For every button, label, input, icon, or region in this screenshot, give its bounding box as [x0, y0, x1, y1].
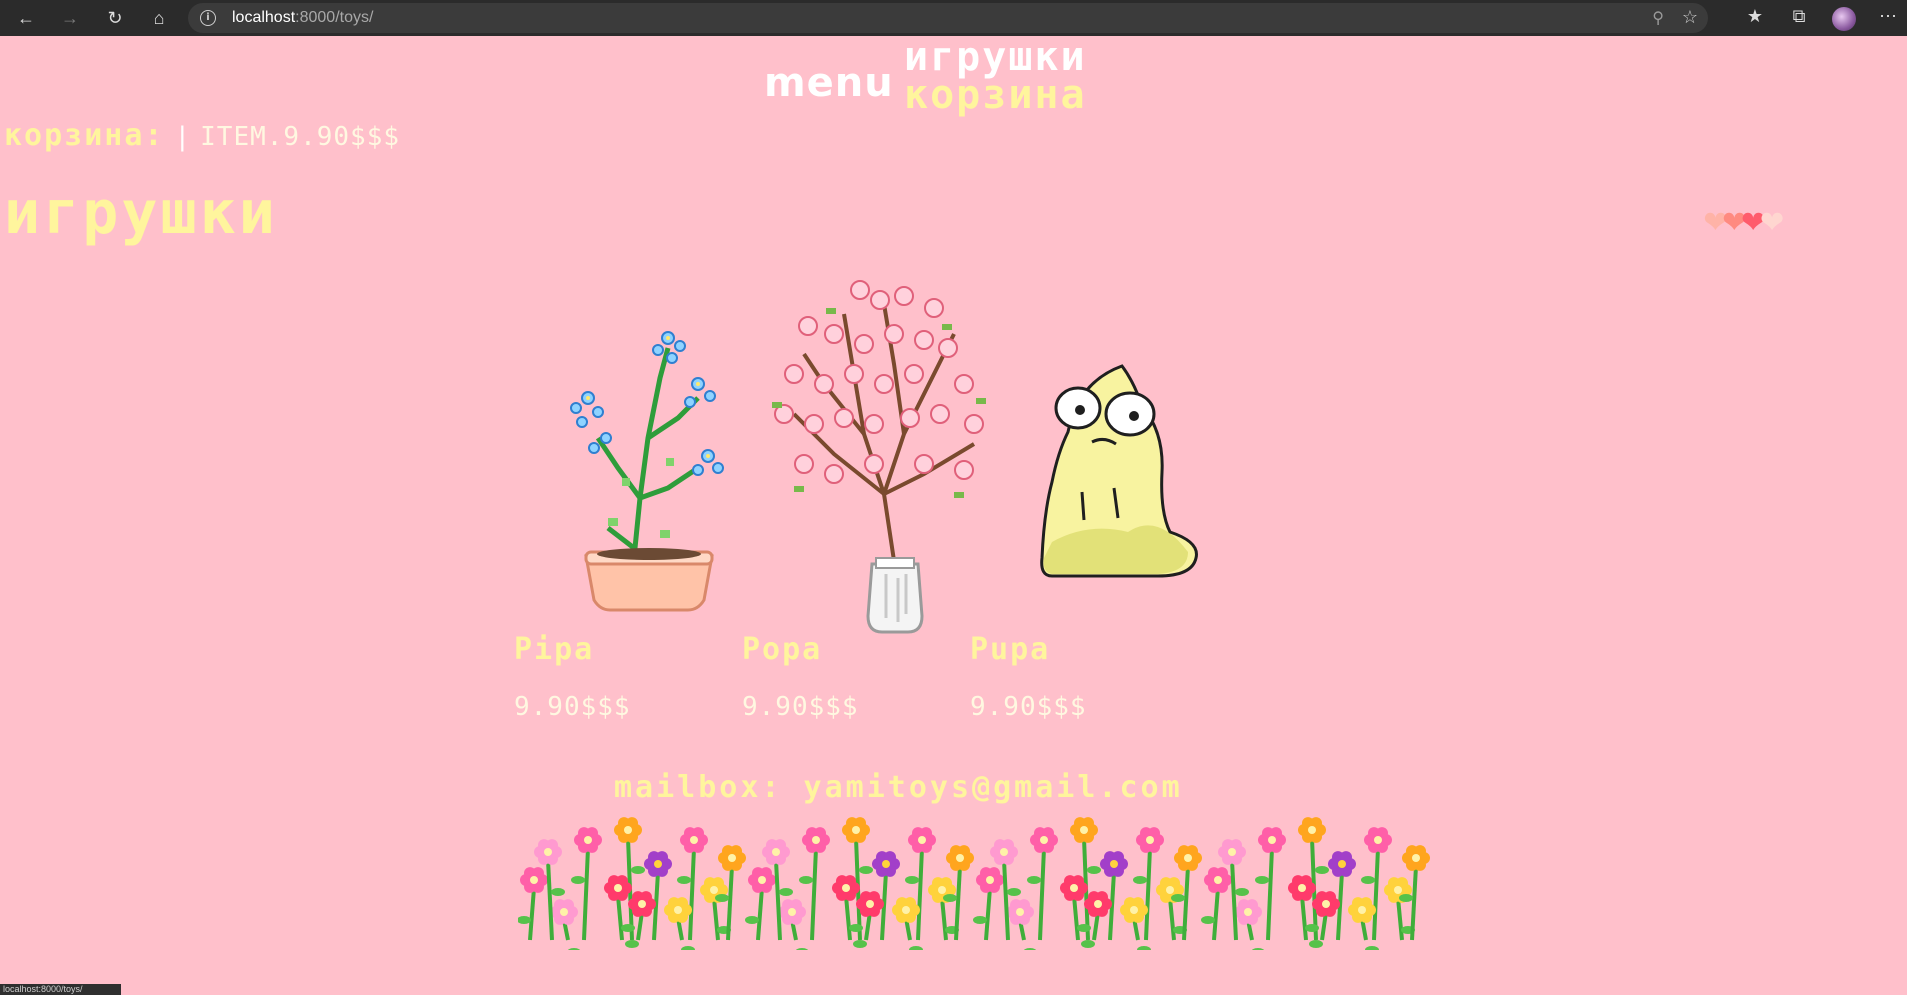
product-name-pipa[interactable]: Pipa [514, 632, 594, 667]
nav-link-cart[interactable]: корзина [904, 75, 1087, 115]
cart-summary: корзина: | ITEM.9.90$$$ [4, 118, 400, 153]
cart-label: корзина: [4, 118, 165, 153]
page-title: игрушки [4, 178, 278, 248]
yellow-creature-image[interactable] [1038, 362, 1202, 580]
forward-arrow-icon[interactable]: → [58, 6, 82, 30]
product-price-popa: 9.90$$$ [742, 692, 859, 722]
nav-link-toys[interactable]: игрушки [904, 37, 1087, 77]
more-icon[interactable]: ⋯ [1876, 6, 1900, 27]
star-add-icon[interactable]: ☆ [1682, 7, 1698, 28]
cart-separator: | [174, 122, 191, 152]
blue-flower-pot-image[interactable] [548, 318, 738, 614]
browser-toolbar: ← → ↻ ⌂ i localhost:8000/toys/ ⚲ ☆ ★ ⧉ ⋯ [0, 0, 1907, 36]
menu-label: menu [764, 60, 894, 106]
product-name-pupa[interactable]: Pupa [970, 632, 1050, 667]
cherry-blossom-vase-image[interactable] [764, 274, 1004, 638]
home-icon[interactable]: ⌂ [147, 6, 171, 30]
back-arrow-icon[interactable]: ← [14, 6, 38, 30]
address-bar[interactable]: i localhost:8000/toys/ ⚲ ☆ [188, 3, 1708, 33]
hearts-decoration: ❤❤❤❤ [1704, 200, 1784, 238]
product-price-pipa: 9.90$$$ [514, 692, 631, 722]
profile-avatar[interactable] [1832, 7, 1856, 31]
favorites-icon[interactable]: ★ [1743, 6, 1767, 27]
product-name-popa[interactable]: Popa [742, 632, 822, 667]
info-icon[interactable]: i [200, 10, 216, 26]
collections-icon[interactable]: ⧉ [1787, 6, 1811, 27]
heart-icon: ❤ [1760, 197, 1784, 241]
url-text[interactable]: localhost:8000/toys/ [232, 9, 373, 27]
zoom-icon[interactable]: ⚲ [1652, 8, 1664, 28]
cart-item[interactable]: ITEM.9.90$$$ [200, 122, 400, 152]
nav-links: игрушки корзина [904, 37, 1087, 115]
flower-border-image [518, 817, 1430, 950]
reload-icon[interactable]: ↻ [103, 6, 127, 30]
status-bar-url: localhost:8000/toys/ [0, 984, 121, 995]
product-price-pupa: 9.90$$$ [970, 692, 1087, 722]
